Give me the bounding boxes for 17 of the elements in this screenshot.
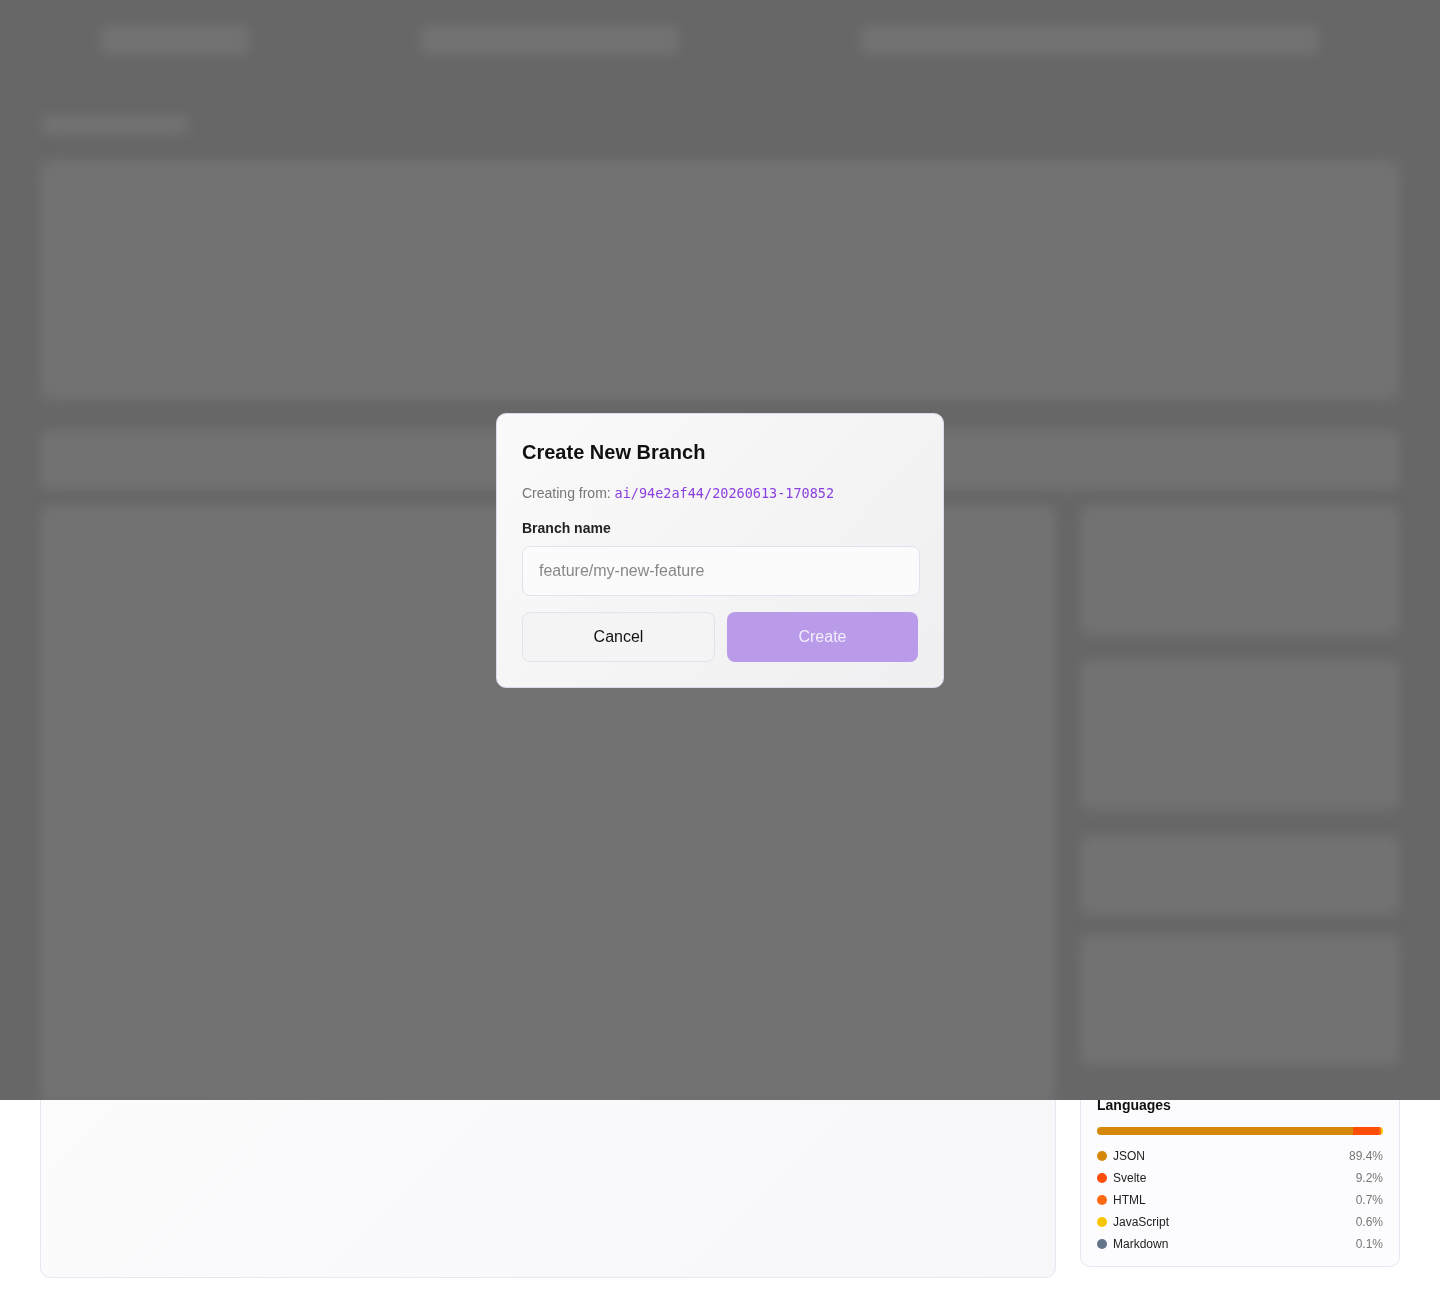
language-name: JSON xyxy=(1113,1149,1146,1163)
source-branch: ai/94e2af44/20260613-170852 xyxy=(614,485,835,501)
language-name: Markdown xyxy=(1113,1237,1170,1251)
branch-name-field[interactable]: feature/my-new-feature xyxy=(522,546,920,596)
language-name: Svelte xyxy=(1113,1171,1148,1185)
language-percent: 9.2% xyxy=(1355,1171,1383,1185)
dialog-title: Create New Branch xyxy=(522,440,707,465)
language-percent: 0.1% xyxy=(1355,1237,1383,1251)
cancel-button[interactable]: Cancel xyxy=(522,612,715,662)
language-name: HTML xyxy=(1113,1193,1147,1207)
field-label: Branch name xyxy=(522,519,612,537)
language-name: JavaScript xyxy=(1113,1215,1171,1229)
language-percent: 0.7% xyxy=(1355,1193,1383,1207)
language-percent: 0.6% xyxy=(1355,1215,1383,1229)
card-title: Languages xyxy=(1097,1096,1172,1114)
language-percent: 89.4% xyxy=(1348,1149,1383,1163)
source-label: Creating from: xyxy=(522,485,612,501)
